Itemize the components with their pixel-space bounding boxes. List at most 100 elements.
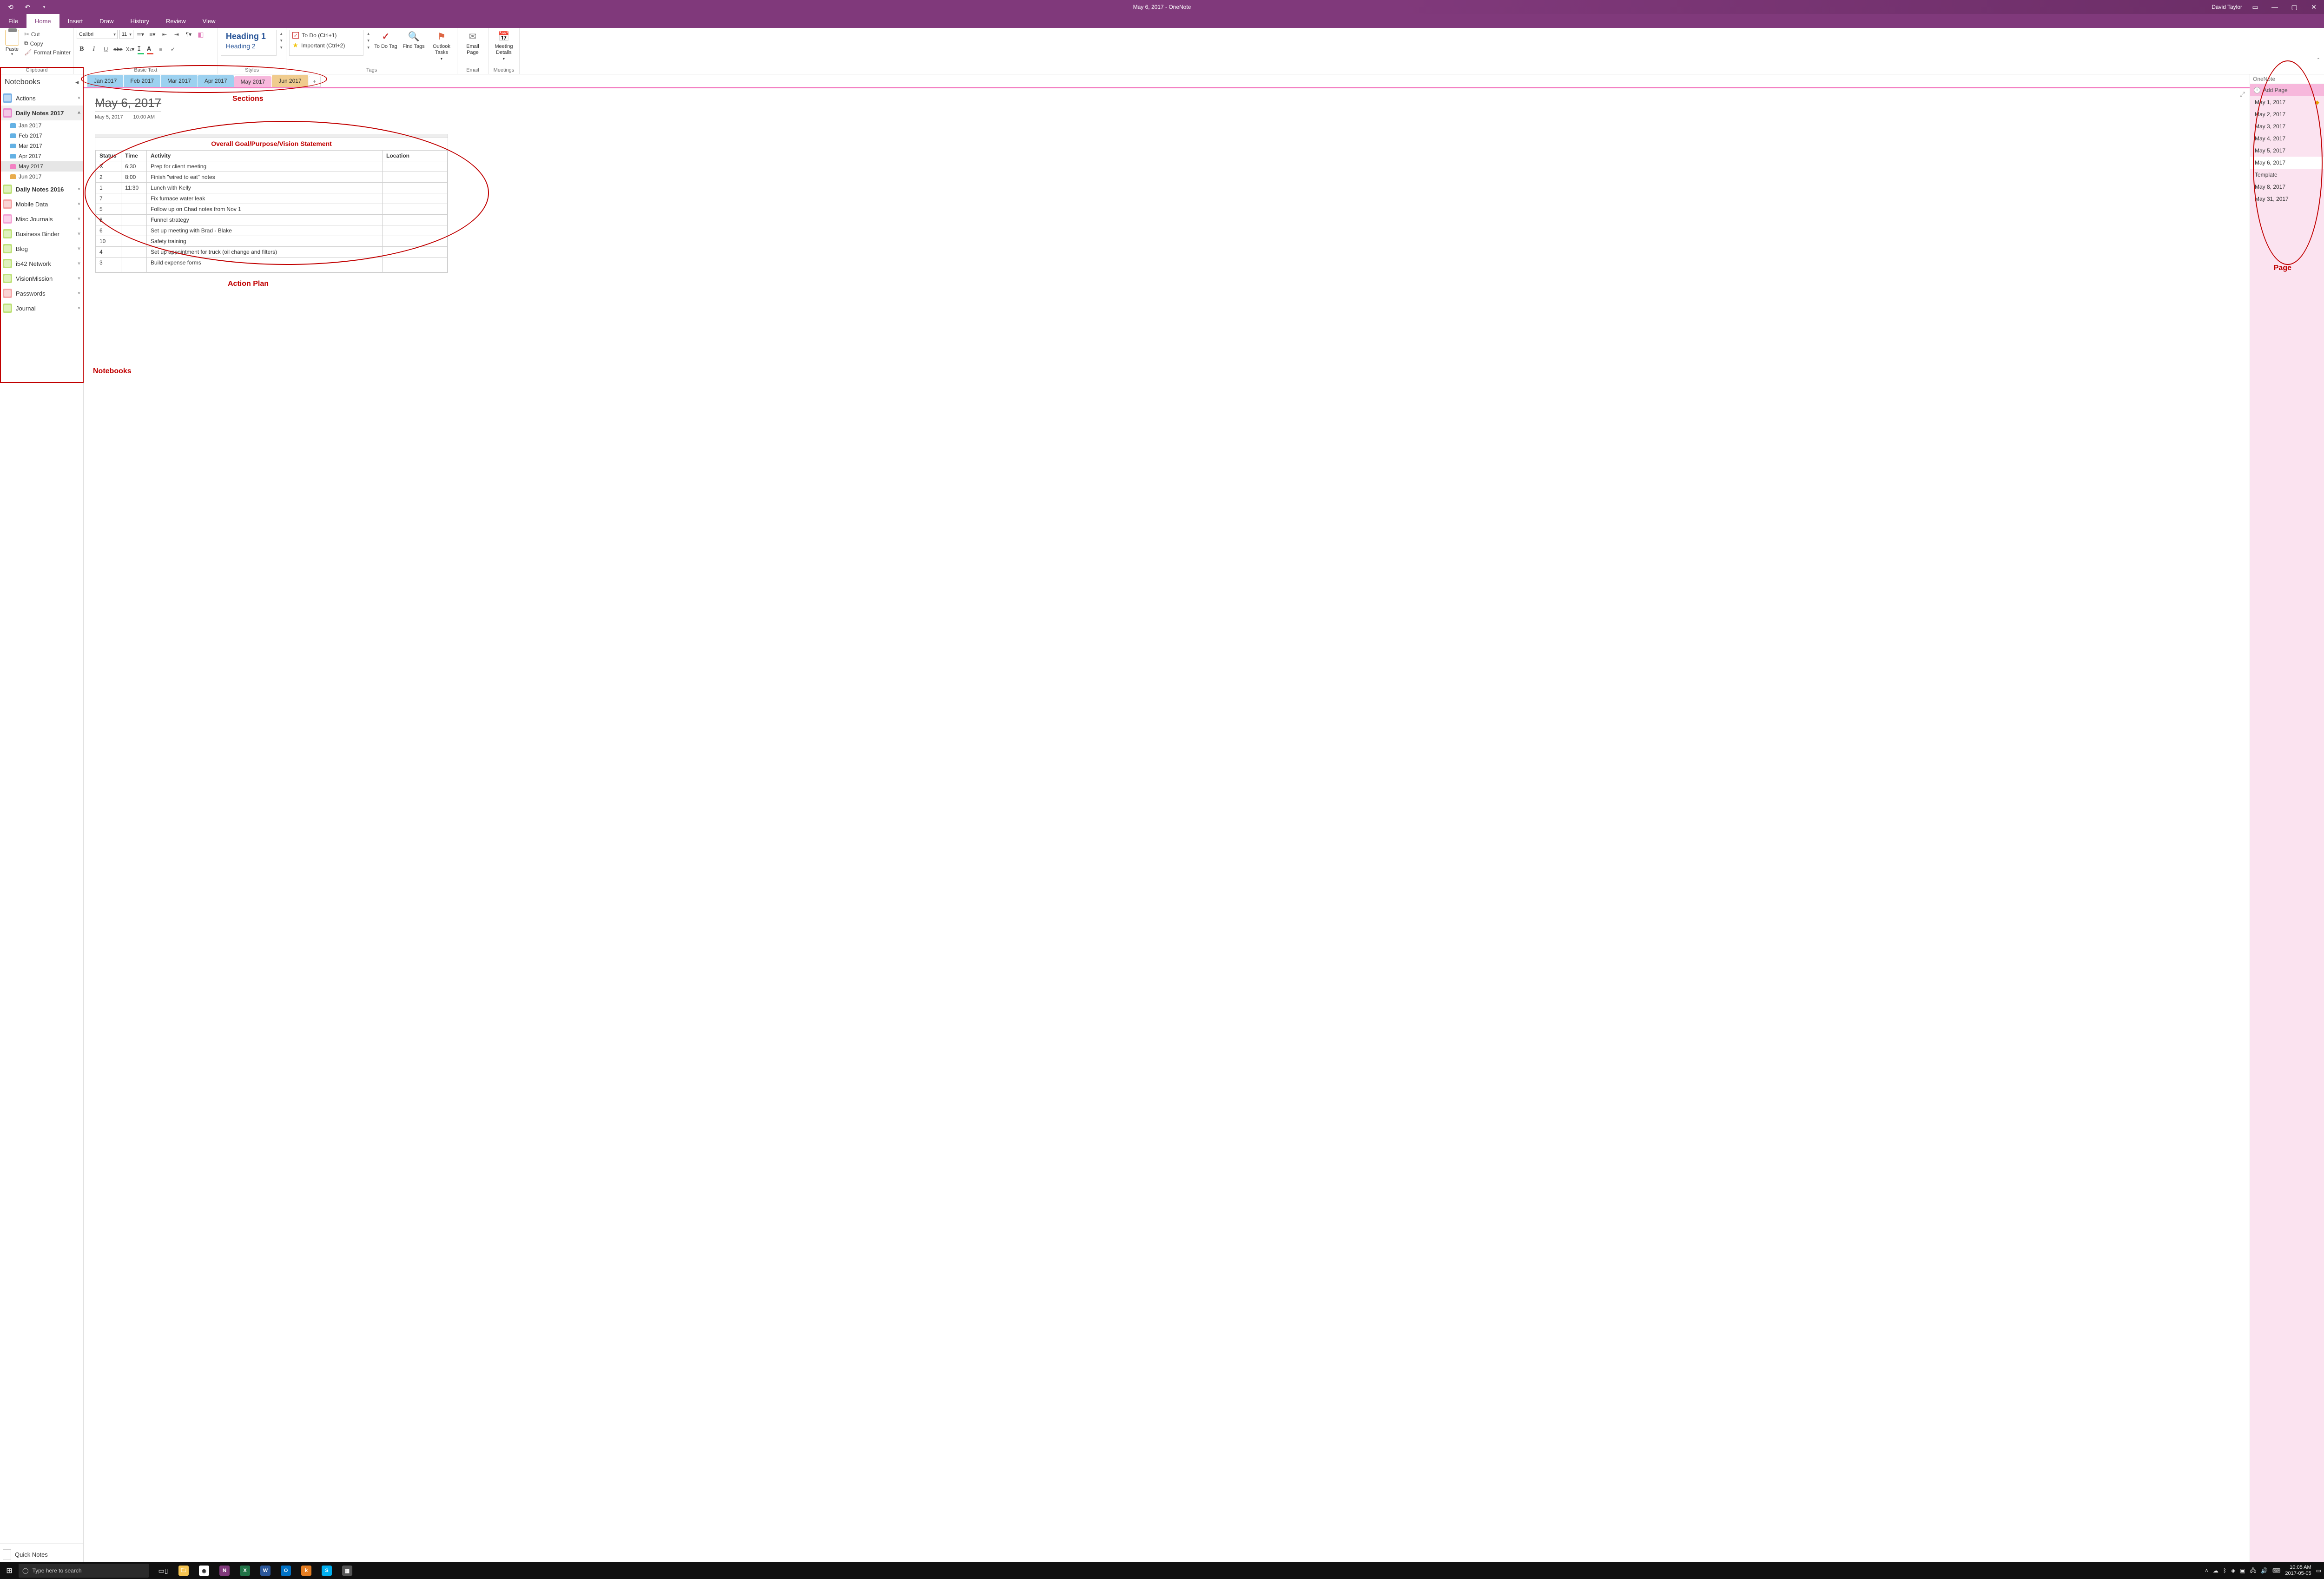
page-list-item[interactable]: May 2, 2017	[2250, 108, 2324, 120]
table-row[interactable]: 6Set up meeting with Brad - Blake	[96, 225, 448, 236]
menu-home[interactable]: Home	[26, 14, 59, 28]
search-input[interactable]	[2253, 76, 2324, 82]
word-icon[interactable]: W	[256, 1562, 275, 1579]
app-k-icon[interactable]: k	[297, 1562, 316, 1579]
notebook-item[interactable]: Blog ˅	[0, 241, 83, 256]
table-row[interactable]: 7Fix furnace water leak	[96, 193, 448, 204]
table-row[interactable]: 28:00Finish "wired to eat" notes	[96, 172, 448, 183]
table-row[interactable]: 3Build expense forms	[96, 258, 448, 268]
font-select[interactable]: Calibri	[77, 30, 118, 39]
table-row[interactable]: 111:30Lunch with Kelly	[96, 183, 448, 193]
paste-button[interactable]: Paste ▾	[3, 30, 21, 56]
section-tab[interactable]: Apr 2017	[198, 75, 234, 87]
table-row[interactable]	[96, 268, 448, 272]
todo-tag-button[interactable]: ✓To Do Tag	[373, 30, 398, 50]
indent-icon[interactable]: ⇥	[172, 30, 182, 39]
paragraph-align-icon[interactable]: ¶▾	[184, 30, 194, 39]
notebook-item[interactable]: i542 Network ˅	[0, 256, 83, 271]
onedrive-icon[interactable]: ☁	[2213, 1567, 2218, 1574]
volume-icon[interactable]: 🔊	[2261, 1567, 2268, 1574]
table-row[interactable]: 4Set up appointment for truck (oil chang…	[96, 247, 448, 258]
search-bar[interactable]: ✕ ▾	[2250, 74, 2324, 84]
notebook-section-item[interactable]: Mar 2017	[0, 141, 83, 151]
page-list-item[interactable]: May 5, 2017	[2250, 145, 2324, 157]
excel-icon[interactable]: X	[235, 1562, 255, 1579]
outlook-icon[interactable]: O	[276, 1562, 296, 1579]
back-icon[interactable]: ⟲	[5, 3, 17, 11]
task-view-icon[interactable]: ▭▯	[153, 1562, 173, 1579]
minimize-icon[interactable]: —	[2268, 3, 2281, 11]
bold-button[interactable]: B	[77, 45, 87, 54]
notebook-item[interactable]: Journal ˅	[0, 301, 83, 316]
note-container[interactable]: ⋯ Overall Goal/Purpose/Vision Statement …	[95, 134, 448, 273]
skype-icon[interactable]: S	[317, 1562, 337, 1579]
menu-review[interactable]: Review	[158, 14, 194, 28]
fullscreen-toggle-icon[interactable]: ⤢	[2240, 90, 2245, 98]
notebook-section-item[interactable]: May 2017	[0, 161, 83, 172]
notebook-item[interactable]: Passwords ˅	[0, 286, 83, 301]
action-center-icon[interactable]: ▭	[2316, 1567, 2321, 1574]
subscript-button[interactable]: X2▾	[125, 45, 135, 54]
notebook-section-item[interactable]: Jun 2017	[0, 172, 83, 182]
email-page-button[interactable]: ✉Email Page	[460, 30, 485, 56]
add-page-button[interactable]: + Add Page	[2250, 84, 2324, 96]
taskbar-search[interactable]: ◯ Type here to search	[19, 1564, 149, 1578]
notebook-item[interactable]: VisionMission ˅	[0, 271, 83, 286]
meeting-details-button[interactable]: 📅Meeting Details▾	[491, 30, 516, 61]
network-icon[interactable]: 🖧	[2250, 1566, 2256, 1576]
notebook-item[interactable]: Daily Notes 2016 ˅	[0, 182, 83, 197]
tag-rule-icon[interactable]: ✓	[168, 45, 178, 54]
app-generic-icon[interactable]: ▦	[337, 1562, 357, 1579]
bluetooth-icon[interactable]: ᛒ	[2223, 1567, 2226, 1574]
bullets-icon[interactable]: ≣▾	[135, 30, 145, 39]
ribbon-display-icon[interactable]: ▭	[2249, 3, 2262, 11]
notebook-item[interactable]: Actions ˅	[0, 91, 83, 106]
highlight-button[interactable]: ꕯ	[137, 45, 145, 54]
format-painter-button[interactable]: 🖌Format Painter	[24, 49, 71, 56]
section-tab[interactable]: Jan 2017	[87, 75, 123, 87]
page-list-item[interactable]: May 3, 2017	[2250, 120, 2324, 132]
notebook-section-item[interactable]: Apr 2017	[0, 151, 83, 161]
table-row[interactable]: 5Follow up on Chad notes from Nov 1	[96, 204, 448, 215]
chrome-icon[interactable]: ◉	[194, 1562, 214, 1579]
dropbox-icon[interactable]: ◈	[2231, 1567, 2235, 1574]
find-tags-button[interactable]: 🔍Find Tags	[401, 30, 426, 50]
add-section-button[interactable]: +	[309, 76, 321, 87]
onenote-icon[interactable]: N	[215, 1562, 234, 1579]
page-list-item[interactable]: May 6, 2017	[2250, 157, 2324, 169]
container-handle[interactable]: ⋯	[95, 134, 448, 138]
table-row[interactable]: X6:30Prep for client meeting	[96, 161, 448, 172]
table-row[interactable]: 8Funnel strategy	[96, 215, 448, 225]
page-list-item[interactable]: May 4, 2017	[2250, 132, 2324, 145]
font-color-button[interactable]: A	[146, 45, 154, 54]
quick-notes-item[interactable]: Quick Notes	[0, 1546, 83, 1562]
notebook-section-item[interactable]: Jan 2017	[0, 120, 83, 131]
notebook-item[interactable]: Daily Notes 2017 ˄	[0, 106, 83, 120]
page-title[interactable]: May 6, 2017	[95, 96, 161, 112]
qat-customize-icon[interactable]: ▾	[38, 5, 50, 10]
notebook-item[interactable]: Misc Journals ˅	[0, 211, 83, 226]
tray-app-icon[interactable]: ▣	[2240, 1567, 2245, 1574]
copy-button[interactable]: ⧉Copy	[24, 40, 71, 47]
close-icon[interactable]: ✕	[2307, 3, 2320, 11]
strike-button[interactable]: abc	[113, 45, 123, 54]
user-name[interactable]: David Taylor	[2212, 4, 2242, 10]
align-left-icon[interactable]: ≡	[156, 45, 166, 54]
section-tab[interactable]: Feb 2017	[124, 75, 160, 87]
start-button[interactable]: ⊞	[0, 1566, 19, 1575]
plan-table[interactable]: Status Time Activity Location X6:30Prep …	[95, 150, 448, 272]
section-tab[interactable]: Jun 2017	[272, 75, 308, 87]
notebook-section-item[interactable]: Feb 2017	[0, 131, 83, 141]
tray-expand-icon[interactable]: ˄	[2205, 1567, 2208, 1574]
section-tab[interactable]: Mar 2017	[161, 75, 198, 87]
page-list-item[interactable]: May 1, 2017◆	[2250, 96, 2324, 108]
menu-history[interactable]: History	[122, 14, 158, 28]
menu-draw[interactable]: Draw	[91, 14, 122, 28]
notebook-item[interactable]: Business Binder ˅	[0, 226, 83, 241]
page-canvas[interactable]: ⤢ May 6, 2017 May 5, 2017 10:00 AM ⋯ Ove…	[84, 88, 2250, 1562]
table-row[interactable]: 10Safety training	[96, 236, 448, 247]
menu-file[interactable]: File	[0, 14, 26, 28]
section-tab[interactable]: May 2017	[234, 76, 272, 88]
menu-insert[interactable]: Insert	[59, 14, 92, 28]
outlook-tasks-button[interactable]: ⚑Outlook Tasks▾	[429, 30, 454, 61]
